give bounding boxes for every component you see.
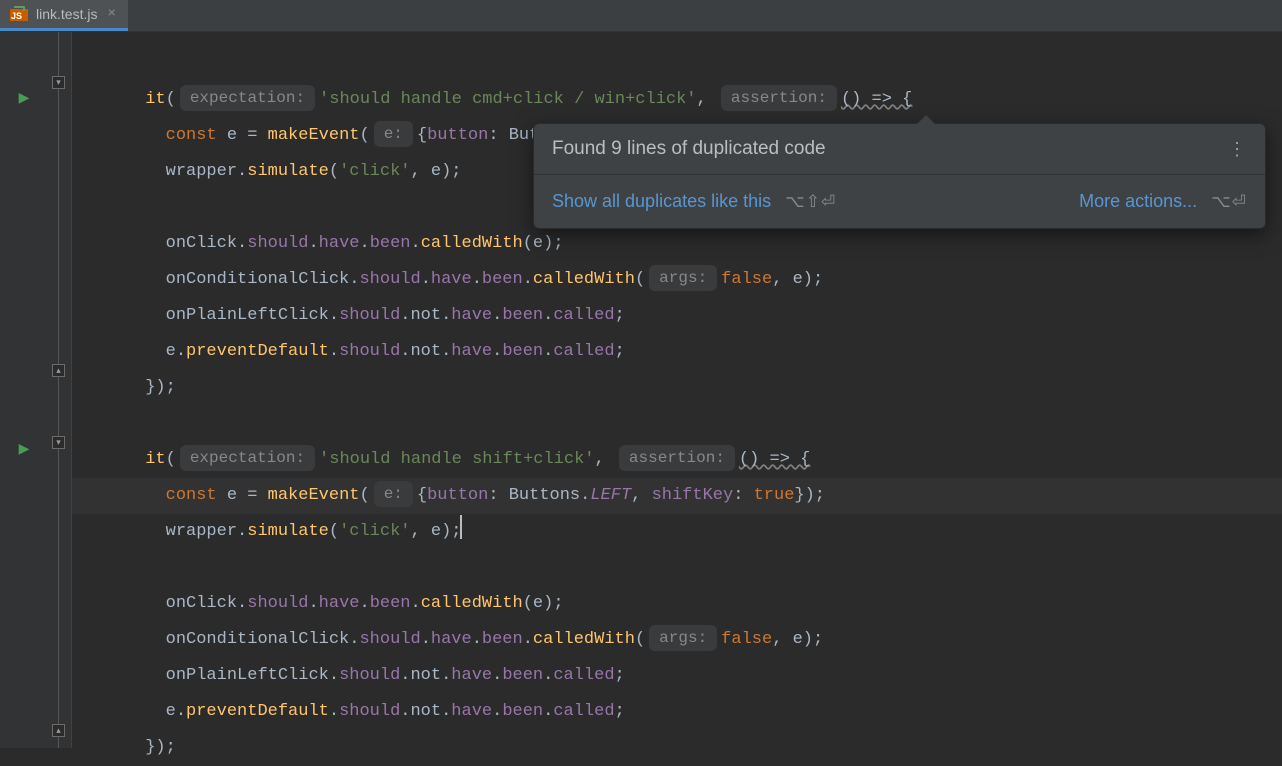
inspection-popup: Found 9 lines of duplicated code ⋮ Show … [533,123,1266,229]
shortcut-hint: ⌥⇧⏎ [785,192,836,212]
show-duplicates-link[interactable]: Show all duplicates like this [552,191,771,212]
code-line: onClick.should.have.been.calledWith(e); [84,586,1282,622]
code-line: e.preventDefault.should.not.have.been.ca… [84,694,1282,730]
param-hint: assertion: [619,445,735,471]
param-hint: assertion: [721,85,837,111]
fold-toggle-icon[interactable]: ▴ [52,724,65,737]
param-hint: expectation: [180,85,315,111]
code-line: wrapper.simulate('click', e); [84,514,1282,550]
code-line: onConditionalClick.should.have.been.call… [84,622,1282,658]
code-line: it(expectation:'should handle cmd+click … [84,82,1282,118]
code-line: onConditionalClick.should.have.been.call… [84,262,1282,298]
code-line: const e = makeEvent(e:{button: Buttons.L… [84,478,1282,514]
js-file-icon: JS [10,5,28,23]
run-gutter: ▶ ▶ [0,32,48,748]
text-cursor [460,515,462,539]
code-line: onPlainLeftClick.should.not.have.been.ca… [84,658,1282,694]
tab-active[interactable]: JS link.test.js × [0,0,128,31]
fold-toggle-icon[interactable]: ▾ [52,76,65,89]
param-hint: e: [374,481,413,507]
popup-menu-icon[interactable]: ⋮ [1228,139,1247,160]
editor-area: ▶ ▶ ▾ ▴ ▾ ▴ it(expectation:'should handl… [0,32,1282,748]
more-actions-link[interactable]: More actions... [1079,191,1197,212]
tab-close-icon[interactable]: × [105,6,117,22]
code-line: e.preventDefault.should.not.have.been.ca… [84,334,1282,370]
svg-text:JS: JS [11,11,22,21]
fold-toggle-icon[interactable]: ▾ [52,436,65,449]
run-test-icon[interactable]: ▶ [19,90,30,107]
code-line: onClick.should.have.been.calledWith(e); [84,226,1282,262]
fold-toggle-icon[interactable]: ▴ [52,364,65,377]
param-hint: args: [649,625,717,651]
param-hint: e: [374,121,413,147]
code-line: it(expectation:'should handle shift+clic… [84,442,1282,478]
code-line: onPlainLeftClick.should.not.have.been.ca… [84,298,1282,334]
divider [534,174,1265,175]
run-test-icon[interactable]: ▶ [19,441,30,458]
code-line: }); [84,370,1282,406]
tab-filename: link.test.js [36,6,97,22]
popup-title: Found 9 lines of duplicated code [552,138,826,160]
fold-gutter: ▾ ▴ ▾ ▴ [48,32,72,748]
shortcut-hint: ⌥⏎ [1211,192,1247,212]
param-hint: args: [649,265,717,291]
param-hint: expectation: [180,445,315,471]
tab-bar: JS link.test.js × [0,0,1282,32]
code-line: }); [84,730,1282,766]
